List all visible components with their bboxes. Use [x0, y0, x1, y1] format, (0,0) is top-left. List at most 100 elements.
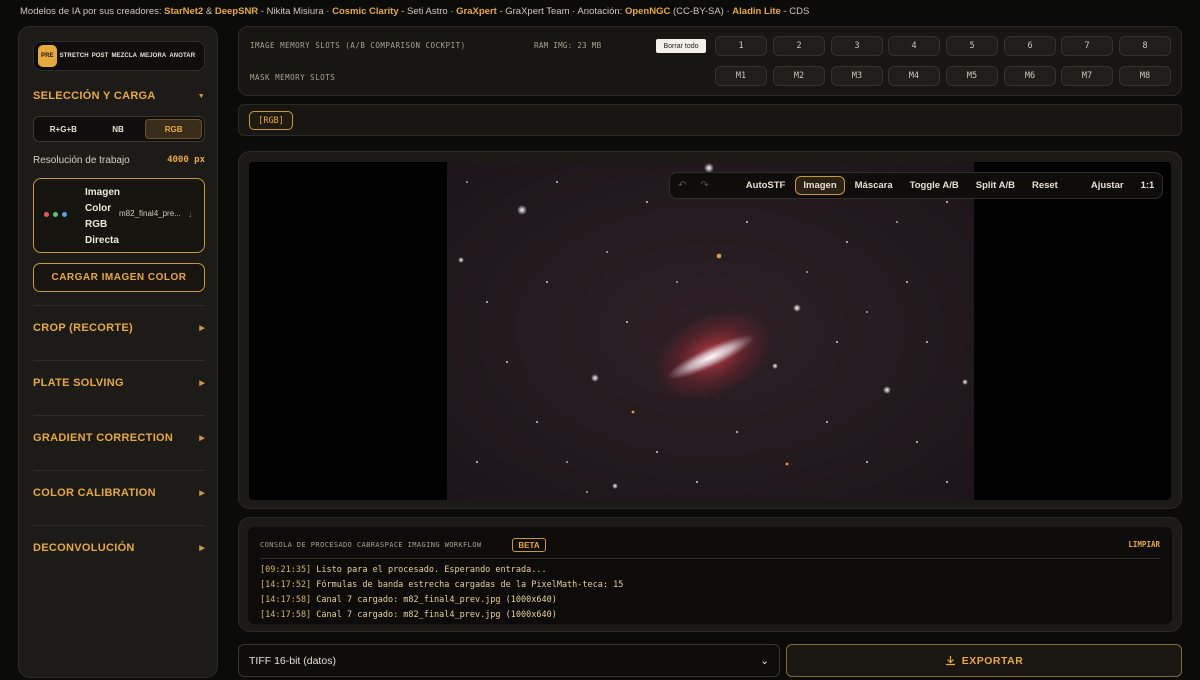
credits-line: Modelos de IA por sus creadores: StarNet… — [20, 6, 1190, 20]
log-line: [14:17:58] Canal 7 cargado: m82_final4_p… — [260, 593, 1160, 608]
tab-pre[interactable]: PRE — [38, 45, 57, 67]
section-gradient-correction[interactable]: GRADIENT CORRECTION ▶ — [33, 429, 205, 447]
credit-highlight[interactable]: Cosmic Clarity — [332, 6, 399, 17]
rgb-dots-icon — [44, 212, 67, 217]
autostf-button[interactable]: AutoSTF — [739, 177, 793, 194]
log-message: Canal 7 cargado: m82_final4_prev.jpg (10… — [311, 595, 557, 605]
undo-icon[interactable]: ↶ — [678, 180, 686, 191]
credit-highlight[interactable]: DeepSNR — [215, 6, 258, 17]
log-line: [14:17:52] Fórmulas de banda estrecha ca… — [260, 578, 1160, 593]
mask-slots-title: MASK MEMORY SLOTS — [250, 73, 336, 82]
clear-all-button[interactable]: Borrar todo — [656, 39, 706, 53]
zoom-1-1-button[interactable]: 1:1 — [1134, 177, 1162, 194]
image-slot-1[interactable]: 1 — [715, 36, 767, 56]
image-slot-7[interactable]: 7 — [1061, 36, 1113, 56]
mask-slot-1[interactable]: M1 — [715, 66, 767, 86]
section-seleccion-carga[interactable]: SELECCIÓN Y CARGA ▼ — [33, 87, 205, 105]
mask-slot-5[interactable]: M5 — [946, 66, 998, 86]
mask-slot-2[interactable]: M2 — [773, 66, 825, 86]
channel-bar: [RGB] — [238, 104, 1182, 136]
section-title: PLATE SOLVING — [33, 377, 124, 389]
memory-slots-panel: IMAGE MEMORY SLOTS (A/B COMPARISON COCKP… — [238, 26, 1182, 96]
chevron-down-icon: ⌄ — [760, 654, 769, 667]
file-input-card[interactable]: Imagen Color RGB Directa m82_final4_pre.… — [33, 178, 205, 253]
caret-right-icon: ▶ — [199, 545, 205, 552]
section-color-calibration[interactable]: COLOR CALIBRATION ▶ — [33, 484, 205, 502]
section-title: CROP (RECORTE) — [33, 322, 133, 334]
image-slot-2[interactable]: 2 — [773, 36, 825, 56]
export-format-select[interactable]: TIFF 16-bit (datos) ⌄ — [238, 644, 780, 677]
caret-down-icon: ▼ — [197, 92, 205, 100]
credit-highlight[interactable]: Aladin Lite — [732, 6, 781, 17]
reset-button[interactable]: Reset — [1025, 177, 1065, 194]
export-label: EXPORTAR — [961, 654, 1024, 667]
download-icon — [945, 656, 955, 666]
mask-slot-6[interactable]: M6 — [1004, 66, 1056, 86]
console-title: CONSOLA DE PROCESADO CABRASPACE IMAGING … — [260, 541, 482, 549]
console-divider — [260, 558, 1160, 559]
console-log: [09:21:35] Listo para el procesado. Espe… — [260, 563, 1160, 623]
credit-text: & — [203, 6, 215, 17]
log-message: Fórmulas de banda estrecha cargadas de l… — [311, 580, 624, 590]
credit-text: - GraXpert Team · Anotación: — [496, 6, 625, 17]
tab-mezcla[interactable]: MEZCLA — [111, 53, 137, 59]
imagen-button[interactable]: Imagen — [795, 176, 845, 195]
section-deconvolucion[interactable]: DECONVOLUCIÓN ▶ — [33, 539, 205, 557]
processing-console: CONSOLA DE PROCESADO CABRASPACE IMAGING … — [238, 517, 1182, 632]
section-title: COLOR CALIBRATION — [33, 487, 156, 499]
divider — [33, 470, 205, 471]
log-line: [09:21:35] Listo para el procesado. Espe… — [260, 563, 1160, 578]
tab-post[interactable]: POST — [92, 53, 109, 59]
viewer-canvas[interactable]: ↶ ↷ AutoSTF Imagen Máscara Toggle A/B Sp… — [249, 162, 1171, 500]
credit-highlight[interactable]: GraXpert — [456, 6, 497, 17]
segment-rgb[interactable]: RGB — [145, 119, 203, 139]
split-ab-button[interactable]: Split A/B — [969, 177, 1022, 194]
segment-rgb-combine[interactable]: R+G+B — [36, 119, 91, 139]
mask-slot-7[interactable]: M7 — [1061, 66, 1113, 86]
log-message: Canal 7 cargado: m82_final4_prev.jpg (10… — [311, 610, 557, 620]
beta-badge: BETA — [512, 538, 546, 552]
divider — [33, 415, 205, 416]
credits-parts: StarNet2 & DeepSNR - Nikita Misiura · Co… — [164, 6, 809, 17]
image-slot-4[interactable]: 4 — [888, 36, 940, 56]
image-slot-5[interactable]: 5 — [946, 36, 998, 56]
toggle-ab-button[interactable]: Toggle A/B — [903, 177, 966, 194]
section-plate-solving[interactable]: PLATE SOLVING ▶ — [33, 374, 205, 392]
tab-stretch[interactable]: STRETCH — [60, 53, 89, 59]
log-timestamp: [14:17:58] — [260, 610, 312, 620]
console-inner: CONSOLA DE PROCESADO CABRASPACE IMAGING … — [248, 527, 1172, 624]
mask-slot-8[interactable]: M8 — [1119, 66, 1171, 86]
mode-tabs: PRE STRETCH POST MEZCLA MEJORA ANOTAR — [33, 41, 205, 71]
section-crop[interactable]: CROP (RECORTE) ▶ — [33, 319, 205, 337]
export-button[interactable]: EXPORTAR — [786, 644, 1182, 677]
section-title: SELECCIÓN Y CARGA — [33, 90, 156, 102]
divider — [33, 360, 205, 361]
image-slot-6[interactable]: 6 — [1004, 36, 1056, 56]
channel-badge[interactable]: [RGB] — [249, 111, 293, 130]
segment-nb[interactable]: NB — [91, 119, 146, 139]
image-slots-title: IMAGE MEMORY SLOTS (A/B COMPARISON COCKP… — [250, 41, 466, 50]
credit-highlight[interactable]: StarNet2 — [164, 6, 203, 17]
file-name: m82_final4_pre... — [119, 209, 181, 218]
blue-dot — [62, 212, 67, 217]
log-line: [14:17:58] Canal 7 cargado: m82_final4_p… — [260, 608, 1160, 623]
tab-anotar[interactable]: ANOTAR — [169, 53, 195, 59]
image-slot-8[interactable]: 8 — [1119, 36, 1171, 56]
mask-slot-3[interactable]: M3 — [831, 66, 883, 86]
log-timestamp: [14:17:52] — [260, 580, 312, 590]
redo-icon[interactable]: ↷ — [700, 180, 708, 191]
caret-right-icon: ▶ — [199, 490, 205, 497]
credit-text: - Seti Astro · — [398, 6, 457, 17]
clear-console-button[interactable]: LIMPIAR — [1128, 540, 1160, 549]
fit-button[interactable]: Ajustar — [1084, 177, 1131, 194]
tab-mejora[interactable]: MEJORA — [140, 53, 166, 59]
log-timestamp: [09:21:35] — [260, 565, 312, 575]
mask-slot-4[interactable]: M4 — [888, 66, 940, 86]
credit-highlight[interactable]: OpenNGC — [625, 6, 670, 17]
channel-mode-selector: R+G+B NB RGB — [33, 116, 205, 142]
load-color-image-button[interactable]: CARGAR IMAGEN COLOR — [33, 263, 205, 292]
mascara-button[interactable]: Máscara — [848, 177, 900, 194]
divider — [33, 525, 205, 526]
image-slot-3[interactable]: 3 — [831, 36, 883, 56]
red-dot — [44, 212, 49, 217]
